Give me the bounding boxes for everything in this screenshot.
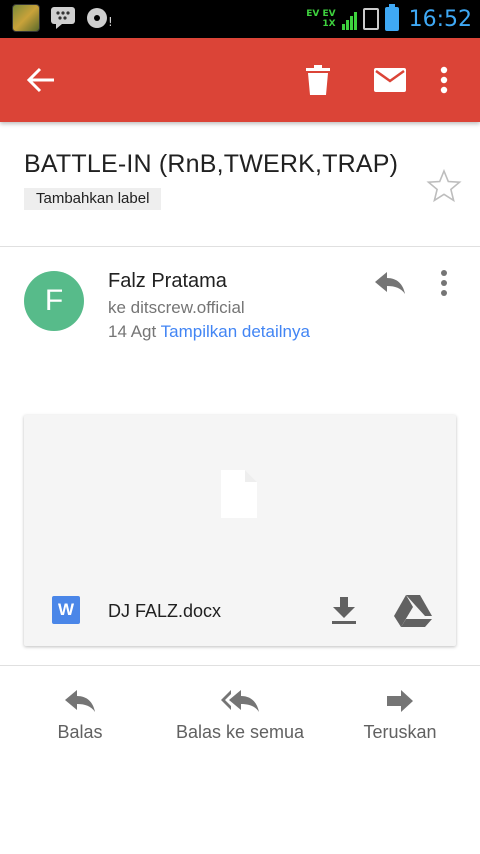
email-date: 14 Agt — [108, 322, 157, 341]
forward-icon — [387, 690, 413, 712]
reply-action[interactable]: Balas — [40, 686, 120, 743]
mark-unread-button[interactable] — [368, 58, 412, 102]
sender-avatar[interactable]: F — [24, 271, 84, 331]
more-vert-icon — [440, 66, 448, 94]
status-indicators: EV EV 1X 16:52 — [306, 0, 472, 38]
reply-label: Balas — [57, 722, 103, 742]
sim-icon — [362, 8, 379, 30]
sender-name: Falz Pratama — [108, 270, 227, 292]
email-screen: ! EV EV 1X 16:52 BATTLE-IN (RnB,TWERK,TR… — [0, 0, 480, 854]
forward-action[interactable]: Teruskan — [350, 686, 450, 743]
reply-all-label: Balas ke semua — [175, 722, 305, 742]
back-button[interactable] — [19, 58, 63, 102]
forward-label: Teruskan — [363, 722, 437, 742]
date-line: 14 Agt Tampilkan detailnya — [108, 322, 310, 342]
battery-icon — [384, 4, 399, 31]
back-arrow-icon — [26, 67, 54, 93]
reply-button[interactable] — [370, 266, 410, 302]
save-to-drive-button[interactable] — [394, 592, 434, 630]
svg-text:!: ! — [108, 15, 113, 29]
more-options-button[interactable] — [422, 58, 466, 102]
more-vert-icon — [441, 270, 447, 296]
reply-icon — [65, 690, 95, 712]
music-player-icon: ! — [87, 8, 113, 29]
network-type: EV EV 1X — [306, 9, 335, 29]
divider — [0, 665, 480, 666]
clock: 16:52 — [408, 6, 472, 32]
app-notification-icon — [12, 4, 40, 32]
document-preview-icon — [221, 470, 257, 518]
app-toolbar — [0, 38, 480, 122]
delete-icon — [306, 65, 330, 95]
word-file-icon: W — [52, 596, 80, 624]
network-label-bottom: 1X — [322, 19, 336, 29]
reply-all-icon — [221, 690, 259, 712]
download-button[interactable] — [326, 593, 362, 629]
network-label-top: EV EV — [306, 9, 336, 19]
attachment-filename: DJ FALZ.docx — [108, 601, 222, 621]
reply-icon — [375, 272, 405, 294]
message-more-button[interactable] — [430, 266, 458, 302]
mark-unread-icon — [374, 68, 406, 92]
status-bar: ! EV EV 1X 16:52 — [0, 0, 480, 38]
reply-icon-wrap — [65, 686, 95, 716]
show-details-link[interactable]: Tampilkan detailnya — [161, 322, 310, 341]
reply-all-action[interactable]: Balas ke semua — [170, 686, 310, 743]
forward-icon-wrap — [387, 686, 413, 716]
bbm-icon — [51, 7, 75, 29]
divider — [0, 246, 480, 247]
attachment-card[interactable]: W DJ FALZ.docx — [24, 415, 456, 646]
delete-button[interactable] — [296, 58, 340, 102]
drive-icon — [394, 595, 432, 627]
download-icon — [332, 597, 356, 624]
signal-icon — [341, 8, 357, 30]
star-icon[interactable] — [426, 168, 462, 204]
add-label-button[interactable]: Tambahkan label — [24, 188, 162, 210]
recipient-line: ke ditscrew.official — [108, 298, 245, 317]
notification-icons: ! — [12, 4, 114, 32]
email-subject: BATTLE-IN (RnB,TWERK,TRAP) — [24, 150, 399, 178]
reply-all-icon-wrap — [221, 686, 259, 716]
